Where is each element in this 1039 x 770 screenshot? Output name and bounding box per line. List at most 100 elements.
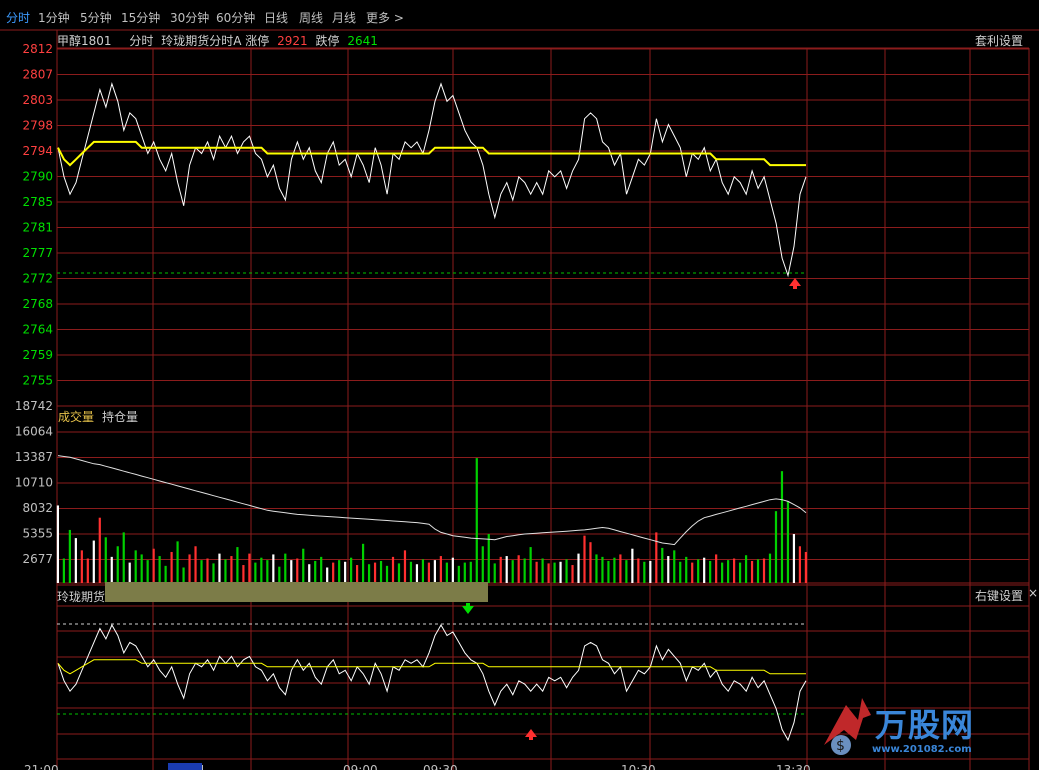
volume-bar [367, 564, 371, 583]
volume-bar [661, 547, 664, 583]
volume-bar [206, 558, 209, 583]
volume-bar [439, 556, 442, 583]
volume-bar [134, 550, 137, 583]
volume-bar [637, 558, 640, 583]
intraday-chart[interactable]: 2812 2807 2803 2798 2794 2790 2785 2781 2777 2772… [0, 0, 1039, 770]
volume-bar [230, 556, 233, 583]
volume-bar [146, 560, 149, 583]
price-axis-label: 2759 [22, 348, 53, 362]
volume-bar [493, 563, 496, 583]
volume-bar [511, 560, 514, 583]
price-line [57, 82, 807, 278]
price-axis-label: 2798 [22, 119, 53, 133]
time-axis-label: 13:30 [776, 763, 811, 770]
volume-bar [786, 501, 790, 583]
volume-axis-label: 16064 [15, 425, 53, 439]
volume-bar [170, 551, 173, 583]
volume-bar [290, 560, 293, 583]
volume-bar [709, 560, 712, 583]
price-axis-label: 2755 [22, 374, 53, 388]
volume-bar [577, 553, 580, 583]
volume-bar [780, 471, 784, 583]
volume-bar [373, 562, 377, 583]
open-interest-label: 持仓量 [102, 409, 138, 424]
svg-text:$: $ [836, 738, 845, 754]
volume-bar [218, 553, 221, 583]
volume-bar [314, 560, 317, 583]
price-axis-label: 2781 [22, 221, 53, 235]
price-axis-label: 2785 [22, 195, 53, 209]
volume-bar [721, 562, 724, 583]
volume-bar [523, 558, 526, 583]
volume-bar [750, 560, 754, 583]
volume-bar [631, 548, 634, 583]
volume-bar [338, 560, 341, 583]
volume-bar [164, 565, 167, 583]
volume-axis-label: 18742 [15, 399, 53, 413]
volume-bar [296, 558, 299, 583]
volume-bar [715, 554, 718, 583]
volume-bar [774, 511, 778, 583]
indicator-scroll-bar[interactable] [105, 582, 488, 602]
volume-bar [266, 560, 269, 583]
volume-bar [350, 557, 353, 583]
volume-bar [56, 505, 59, 583]
volume-bar [421, 559, 425, 583]
right-click-settings-button[interactable]: 右键设置 [972, 587, 1025, 604]
volume-bar [685, 556, 688, 583]
volume-bar [260, 557, 263, 583]
volume-bar [248, 553, 251, 583]
watermark-url: www.201082.com [872, 744, 972, 755]
volume-bar [445, 562, 448, 583]
buy-signal-up-arrow [789, 278, 801, 289]
volume-bar [176, 541, 179, 583]
volume-bar [182, 567, 185, 583]
volume-bar [128, 562, 131, 583]
watermark-text: 万股网 [875, 706, 975, 744]
close-icon[interactable]: × [1028, 586, 1038, 600]
volume-bar [703, 557, 706, 583]
volume-bar [403, 550, 407, 583]
volume-bar [224, 559, 227, 583]
volume-bar [254, 562, 257, 583]
volume-bar [589, 542, 592, 583]
volume-bar [116, 546, 119, 583]
volume-bar [272, 554, 275, 583]
volume-bar [278, 566, 281, 583]
volume-bar [451, 557, 454, 583]
time-cursor-highlight [168, 763, 202, 770]
price-axis-label: 2764 [22, 323, 53, 337]
volume-bar [302, 548, 305, 583]
volume-bar [457, 565, 460, 583]
time-axis-label: 09:30 [423, 763, 458, 770]
volume-bar [655, 532, 658, 583]
sell-signal-down-arrow [462, 603, 474, 614]
volume-bar [625, 560, 628, 583]
volume-bar [104, 537, 107, 583]
volume-bar [397, 563, 401, 583]
volume-bar [541, 558, 544, 583]
volume-bar [356, 565, 359, 583]
volume-axis-label: 5355 [22, 527, 53, 541]
volume-bar [619, 554, 622, 583]
price-axis-label: 2790 [22, 170, 53, 184]
volume-bar [505, 556, 508, 583]
volume-bar [487, 534, 490, 583]
volume-bar [236, 547, 239, 583]
volume-bar [756, 559, 760, 583]
volume-axis-label: 10710 [15, 476, 53, 490]
volume-bar [92, 540, 95, 583]
volume-bar [613, 557, 616, 583]
volume-bar [499, 556, 502, 583]
volume-bar [320, 556, 323, 583]
price-axis-label: 2807 [22, 68, 53, 82]
indicator-panel-label: 玲珑期货 [57, 590, 106, 604]
volume-bar [691, 562, 694, 583]
volume-bar [727, 560, 730, 583]
volume-bar [679, 561, 682, 583]
volume-bar [284, 553, 287, 583]
volume-bar [529, 547, 532, 583]
volume-bar [80, 550, 83, 583]
volume-bar [326, 567, 329, 583]
volume-bar [547, 563, 550, 583]
